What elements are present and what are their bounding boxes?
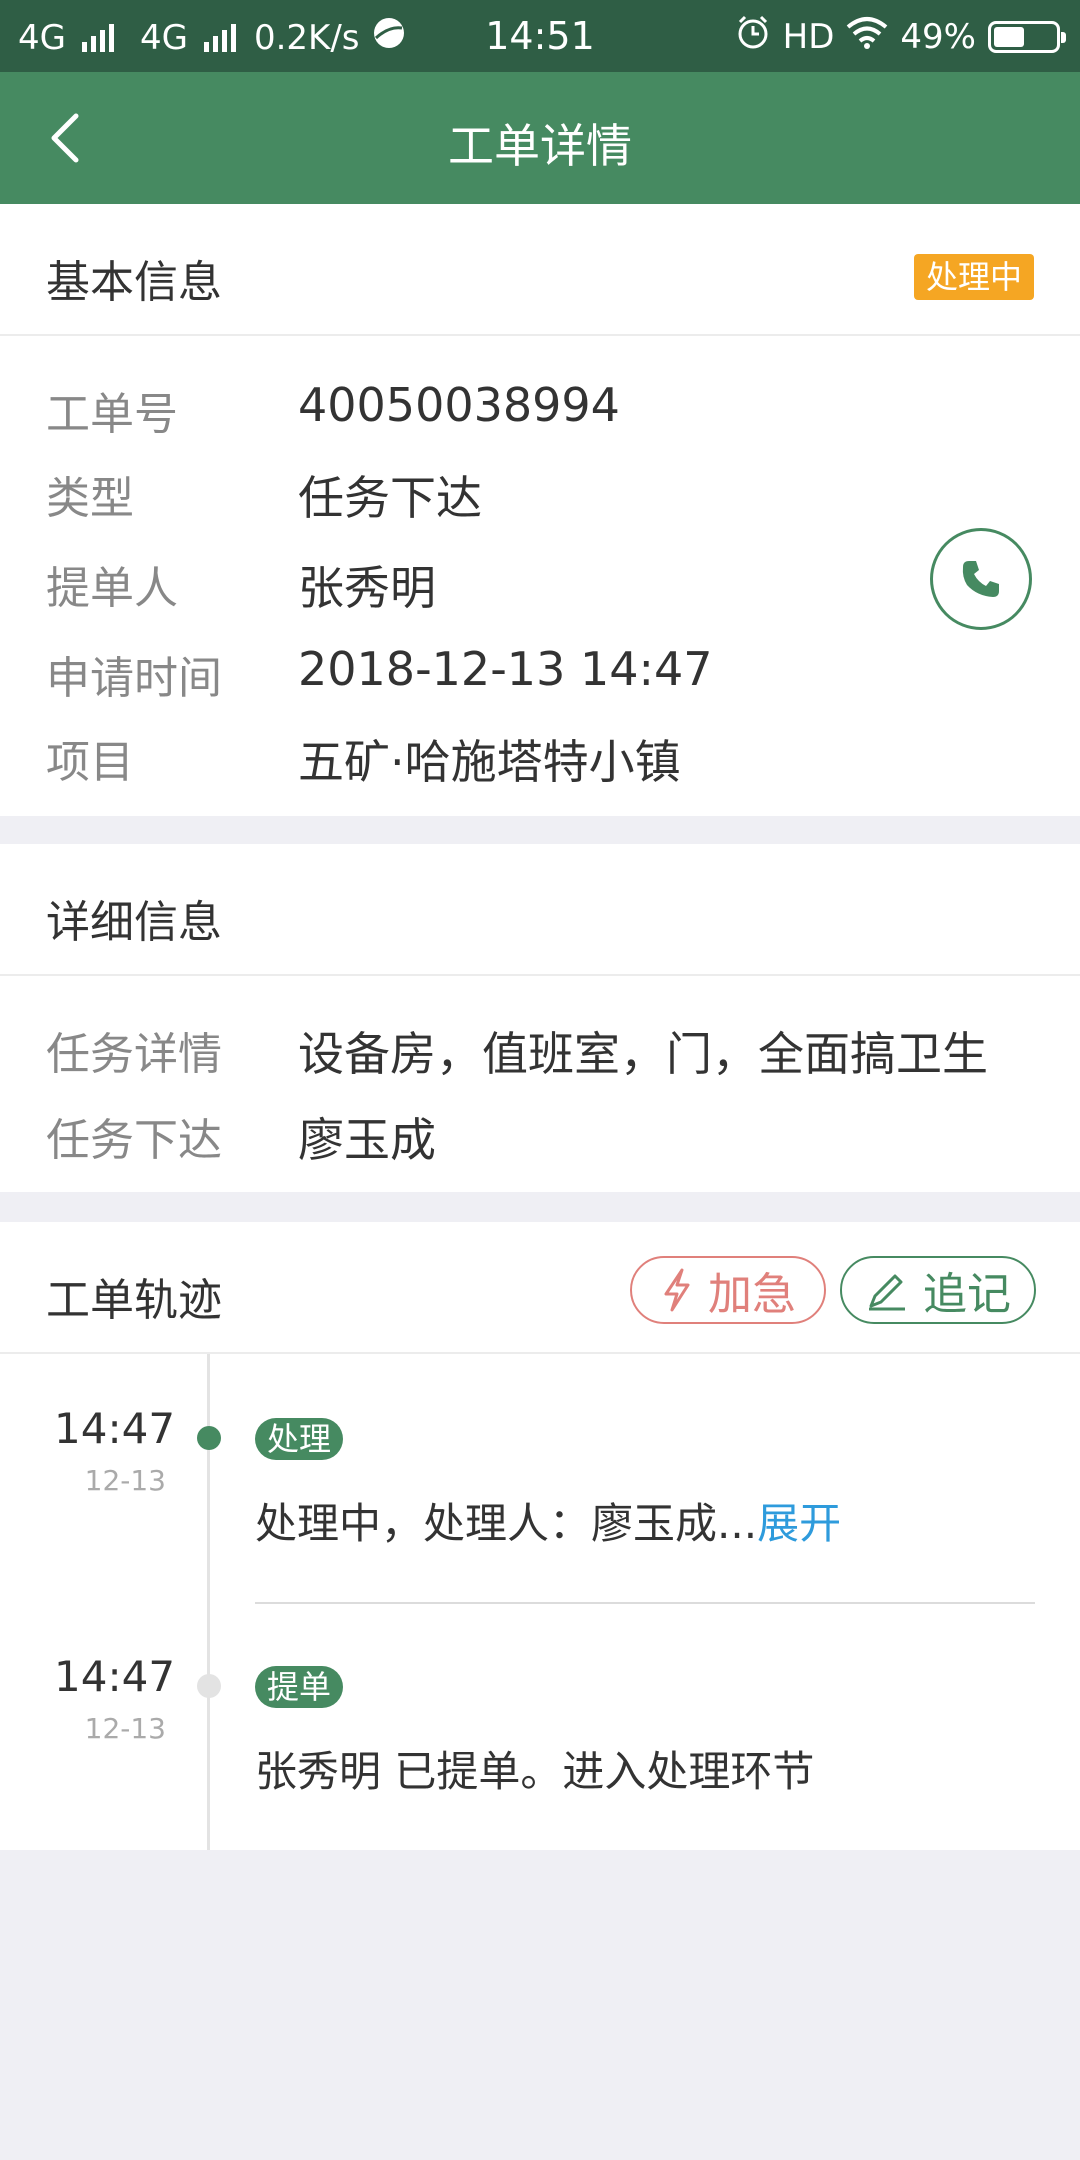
info-row-project: 项目 五矿·哈施塔特小镇 — [0, 718, 1080, 789]
timeline-text-content: 处理中，处理人：廖玉成... — [255, 1499, 758, 1548]
add-note-button[interactable]: 追记 — [840, 1256, 1036, 1324]
row-value: 2018-12-13 14:47 — [298, 642, 713, 696]
detail-info-header: 详细信息 — [0, 844, 1080, 976]
timeline-date: 12-13 — [84, 1712, 166, 1745]
urgent-label: 加急 — [708, 1269, 796, 1320]
row-label: 提单人 — [46, 563, 178, 614]
pencil-icon — [869, 1274, 905, 1311]
track-card: 工单轨迹 加急 追记 14:47 12-13 处理 处理中，处理人：廖玉成...… — [0, 1222, 1080, 1850]
row-label: 任务下达 — [46, 1115, 222, 1166]
timeline-date: 12-13 — [84, 1464, 166, 1497]
detail-info-card: 详细信息 任务详情 设备房，值班室，门，全面搞卫生 任务下达 廖玉成 — [0, 844, 1080, 1192]
lightning-icon — [664, 1268, 690, 1312]
phone-call-button[interactable] — [930, 528, 1032, 630]
timeline-dot-inactive — [197, 1674, 221, 1698]
timeline-time: 14:47 — [54, 1404, 176, 1453]
timeline-tag: 提单 — [255, 1666, 344, 1708]
wifi-icon — [846, 15, 888, 58]
basic-info-card: 基本信息 处理中 工单号 40050038994 类型 任务下达 提单人 张秀明… — [0, 204, 1080, 816]
section-title: 详细信息 — [46, 897, 222, 948]
track-header: 工单轨迹 加急 追记 — [0, 1222, 1080, 1354]
row-value: 五矿·哈施塔特小镇 — [298, 735, 681, 789]
status-bar: 4G 4G 0.2K/s 14:51 HD 49% — [0, 0, 1080, 72]
timeline-tag: 处理 — [255, 1418, 344, 1460]
timeline-dot-active — [197, 1426, 221, 1450]
row-label: 申请时间 — [46, 653, 222, 704]
row-label: 任务详情 — [46, 1029, 222, 1080]
row-value: 40050038994 — [298, 378, 620, 432]
info-row-type: 类型 任务下达 — [0, 454, 1080, 525]
battery-icon — [988, 20, 1066, 53]
row-value: 任务下达 — [298, 471, 482, 525]
row-label: 工单号 — [46, 389, 178, 440]
basic-info-header: 基本信息 处理中 — [0, 204, 1080, 336]
timeline-time: 14:47 — [54, 1652, 176, 1701]
info-row-submitter: 提单人 张秀明 — [0, 528, 1080, 630]
battery-percent: 49% — [900, 16, 976, 57]
detail-row-task-detail: 任务详情 设备房，值班室，门，全面搞卫生 — [0, 1010, 1080, 1081]
hd-label: HD — [782, 16, 835, 57]
page-title: 工单详情 — [448, 119, 632, 173]
info-row-order-number: 工单号 40050038994 — [0, 370, 1080, 440]
row-label: 类型 — [46, 473, 134, 524]
urgent-button[interactable]: 加急 — [630, 1256, 826, 1324]
section-title: 工单轨迹 — [46, 1275, 222, 1326]
alarm-icon — [735, 14, 771, 59]
nav-bar: 工单详情 — [0, 72, 1080, 204]
timeline-divider — [255, 1602, 1035, 1604]
row-value: 张秀明 — [298, 561, 436, 615]
note-label: 追记 — [923, 1269, 1011, 1320]
section-title: 基本信息 — [46, 257, 222, 308]
expand-link[interactable]: 展开 — [757, 1499, 841, 1548]
timeline-text: 张秀明 已提单。进入处理环节 — [255, 1747, 815, 1796]
row-value: 设备房，值班室，门，全面搞卫生 — [298, 1027, 988, 1081]
info-row-apply-time: 申请时间 2018-12-13 14:47 — [0, 634, 1080, 704]
timeline-text: 处理中，处理人：廖玉成...展开 — [255, 1490, 841, 1551]
phone-icon — [962, 561, 999, 597]
status-badge: 处理中 — [913, 254, 1034, 300]
row-label: 项目 — [46, 737, 134, 788]
row-value: 廖玉成 — [298, 1113, 436, 1167]
detail-row-task-assignee: 任务下达 廖玉成 — [0, 1096, 1080, 1167]
